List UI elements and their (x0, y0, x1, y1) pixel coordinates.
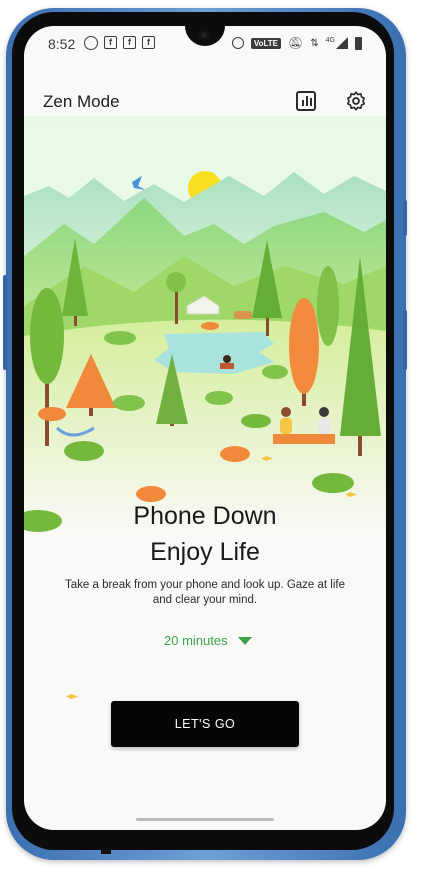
screen: 8:52 f f f VoLTE 🔕︎ ⇅ 4G Zen Mode Phone … (24, 26, 386, 830)
leaf (66, 694, 78, 699)
bar-chart-icon[interactable] (296, 91, 316, 111)
network-type: 4G (325, 36, 335, 44)
bottom-sensor (101, 848, 111, 854)
facebook-icon: f (123, 36, 136, 49)
bush (312, 473, 354, 493)
deer (234, 311, 252, 319)
swimmer (223, 355, 231, 363)
home-indicator[interactable] (136, 818, 274, 821)
duration-selector[interactable]: 20 minutes (164, 633, 252, 648)
bush-orange (38, 407, 66, 421)
hotspot-icon (231, 37, 244, 49)
headline-line1: Phone Down (133, 502, 277, 530)
bush (241, 414, 271, 428)
bush-orange (201, 322, 219, 330)
status-bar: 8:52 f f f VoLTE 🔕︎ ⇅ 4G (24, 26, 386, 62)
lets-go-button[interactable]: LET'S GO (111, 701, 299, 747)
description: Take a break from your phone and look up… (65, 579, 345, 606)
zen-illustration (24, 116, 386, 536)
app-bar: Zen Mode (24, 84, 386, 124)
side-button (403, 310, 407, 370)
system-icons: VoLTE 🔕︎ ⇅ 4G (231, 36, 362, 50)
notification-icons: f f f (84, 36, 155, 50)
bush (262, 365, 288, 379)
side-button (403, 200, 407, 236)
bush (64, 441, 104, 461)
page-title: Zen Mode (43, 92, 120, 111)
facebook-icon: f (142, 36, 155, 49)
bush (113, 395, 145, 411)
headline-line2: Enjoy Life (150, 538, 260, 566)
duration-value: 20 minutes (164, 633, 228, 648)
person (319, 407, 329, 417)
data-arrows-icon: ⇅ (310, 37, 319, 49)
volte-icon: VoLTE (250, 37, 282, 49)
dropdown-arrow-icon (237, 636, 252, 645)
side-button (3, 275, 7, 370)
bush (205, 391, 233, 405)
tree-right-mid (317, 266, 339, 346)
signal-icon (336, 37, 348, 49)
bush-orange (220, 446, 250, 462)
person (280, 418, 292, 434)
gear-icon[interactable] (345, 90, 367, 112)
bush (104, 331, 136, 345)
person (318, 418, 330, 434)
swimmer (220, 363, 234, 369)
status-time: 8:52 (48, 36, 76, 52)
battery-icon (355, 36, 362, 50)
person (281, 407, 291, 417)
bush-orange (136, 486, 166, 502)
mute-icon: 🔕︎ (288, 36, 304, 50)
facebook-icon: f (104, 36, 117, 49)
picnic-blanket (273, 434, 335, 444)
whatsapp-icon (84, 36, 98, 50)
